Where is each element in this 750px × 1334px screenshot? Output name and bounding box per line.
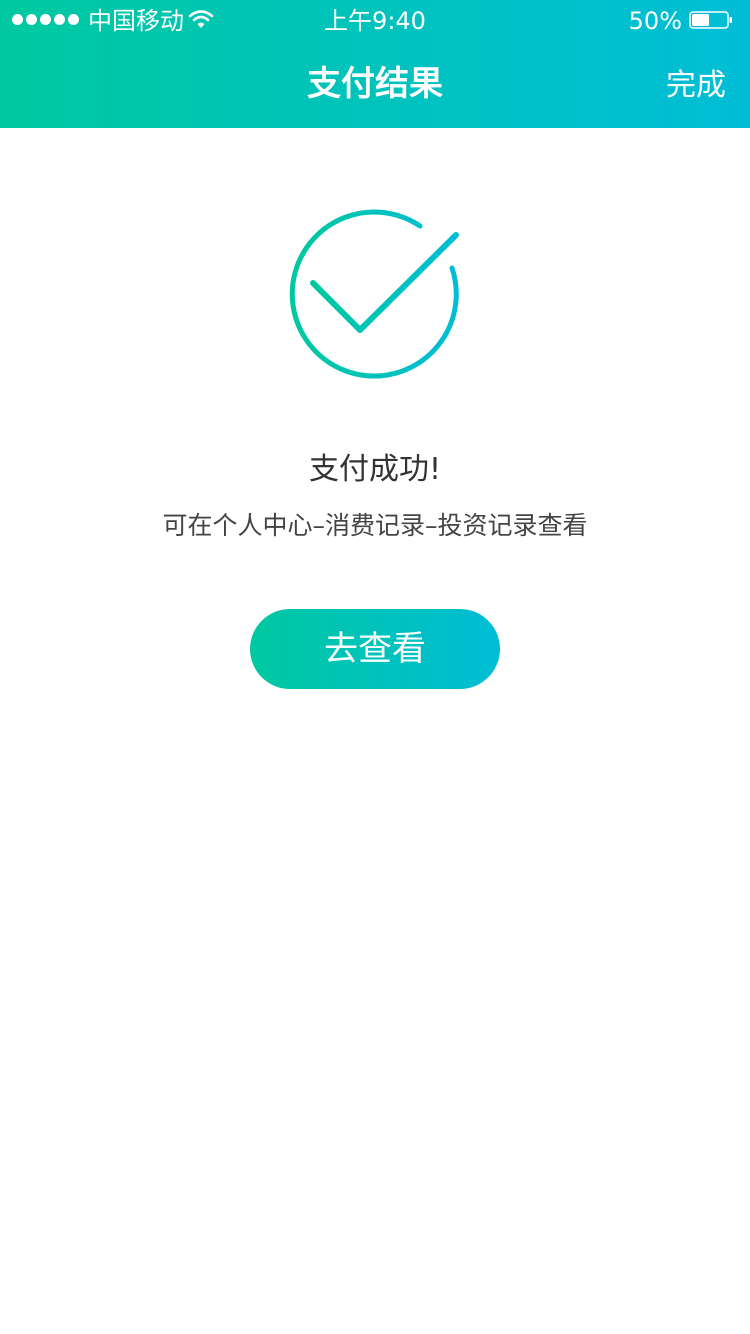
- result-description: 可在个人中心–消费记录–投资记录查看: [162, 511, 588, 540]
- done-button[interactable]: 完成: [666, 66, 726, 106]
- success-check-icon: [289, 209, 459, 379]
- status-bar: 中国移动 上午9:40 50%: [0, 0, 750, 40]
- page-title: 支付结果: [307, 64, 443, 104]
- battery-percent: 50%: [628, 7, 682, 35]
- payment-result-page: 中国移动 上午9:40 50% 支付结果 完成 支付成功! 可在个人中心–消费记…: [0, 0, 750, 1334]
- result-title: 支付成功!: [308, 452, 442, 487]
- header: 中国移动 上午9:40 50% 支付结果 完成: [0, 0, 750, 128]
- battery-icon: [689, 11, 732, 29]
- view-records-button[interactable]: 去查看: [250, 609, 500, 689]
